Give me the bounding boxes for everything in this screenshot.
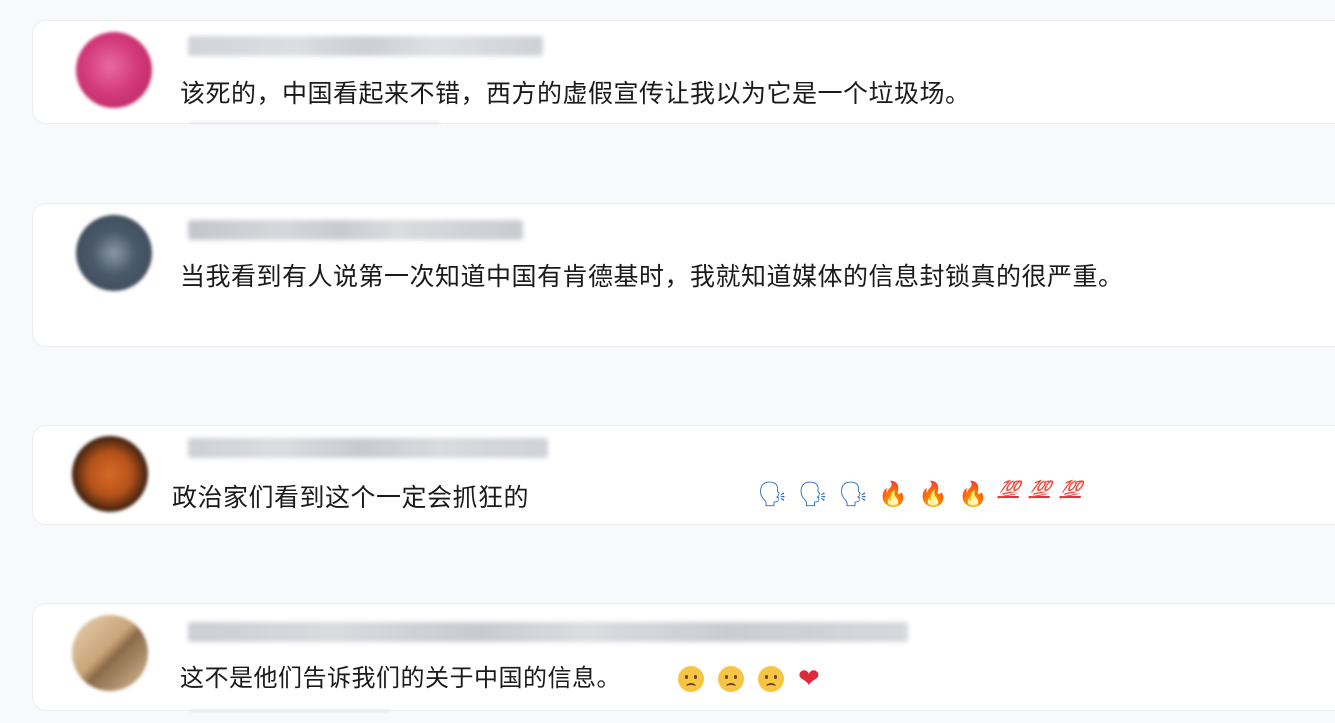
fire-icon: 🔥: [878, 480, 909, 508]
heart-icon: ❤: [798, 664, 820, 694]
speaking-head-icon: 🗣: [797, 480, 828, 508]
hundred-points-icon: 💯: [1028, 480, 1053, 500]
speaking-head-icon: 🗣: [757, 480, 788, 508]
comment-text: 当我看到有人说第一次知道中国有肯德基时，我就知道媒体的信息封锁真的很严重。: [180, 262, 1124, 291]
avatar[interactable]: [76, 215, 152, 291]
fire-icon: 🔥: [918, 480, 949, 508]
emoji-reactions: 🗣 🗣 🗣 🔥 🔥 🔥 💯 💯 💯: [757, 480, 1084, 508]
avatar[interactable]: [72, 436, 148, 512]
comment-meta-blurred: [190, 122, 440, 124]
comment-card: [32, 603, 1335, 711]
sad-face-icon: 😢: [678, 666, 704, 692]
speaking-head-icon: 🗣: [837, 480, 869, 508]
emoji-reactions: 😢 😢 😢 ❤: [678, 664, 820, 694]
username-blurred[interactable]: [188, 438, 548, 458]
avatar[interactable]: [76, 32, 152, 108]
sad-face-icon: 😢: [718, 666, 744, 692]
username-blurred[interactable]: [188, 220, 523, 240]
avatar[interactable]: [72, 615, 148, 691]
fire-icon: 🔥: [958, 480, 989, 508]
comment-text: 这不是他们告诉我们的关于中国的信息。: [180, 664, 621, 692]
sad-face-icon: 😢: [758, 666, 784, 692]
username-blurred[interactable]: [188, 36, 543, 56]
hundred-points-icon: 💯: [997, 480, 1022, 500]
comment-text: 该死的，中国看起来不错，西方的虚假宣传让我以为它是一个垃圾场。: [180, 79, 971, 108]
hundred-points-icon: 💯: [1059, 480, 1084, 500]
comment-text: 政治家们看到这个一定会抓狂的: [172, 483, 530, 512]
comment-meta-blurred: [190, 710, 390, 712]
username-blurred[interactable]: [188, 622, 908, 642]
comments-screenshot: 该死的，中国看起来不错，西方的虚假宣传让我以为它是一个垃圾场。 当我看到有人说第…: [0, 0, 1335, 723]
